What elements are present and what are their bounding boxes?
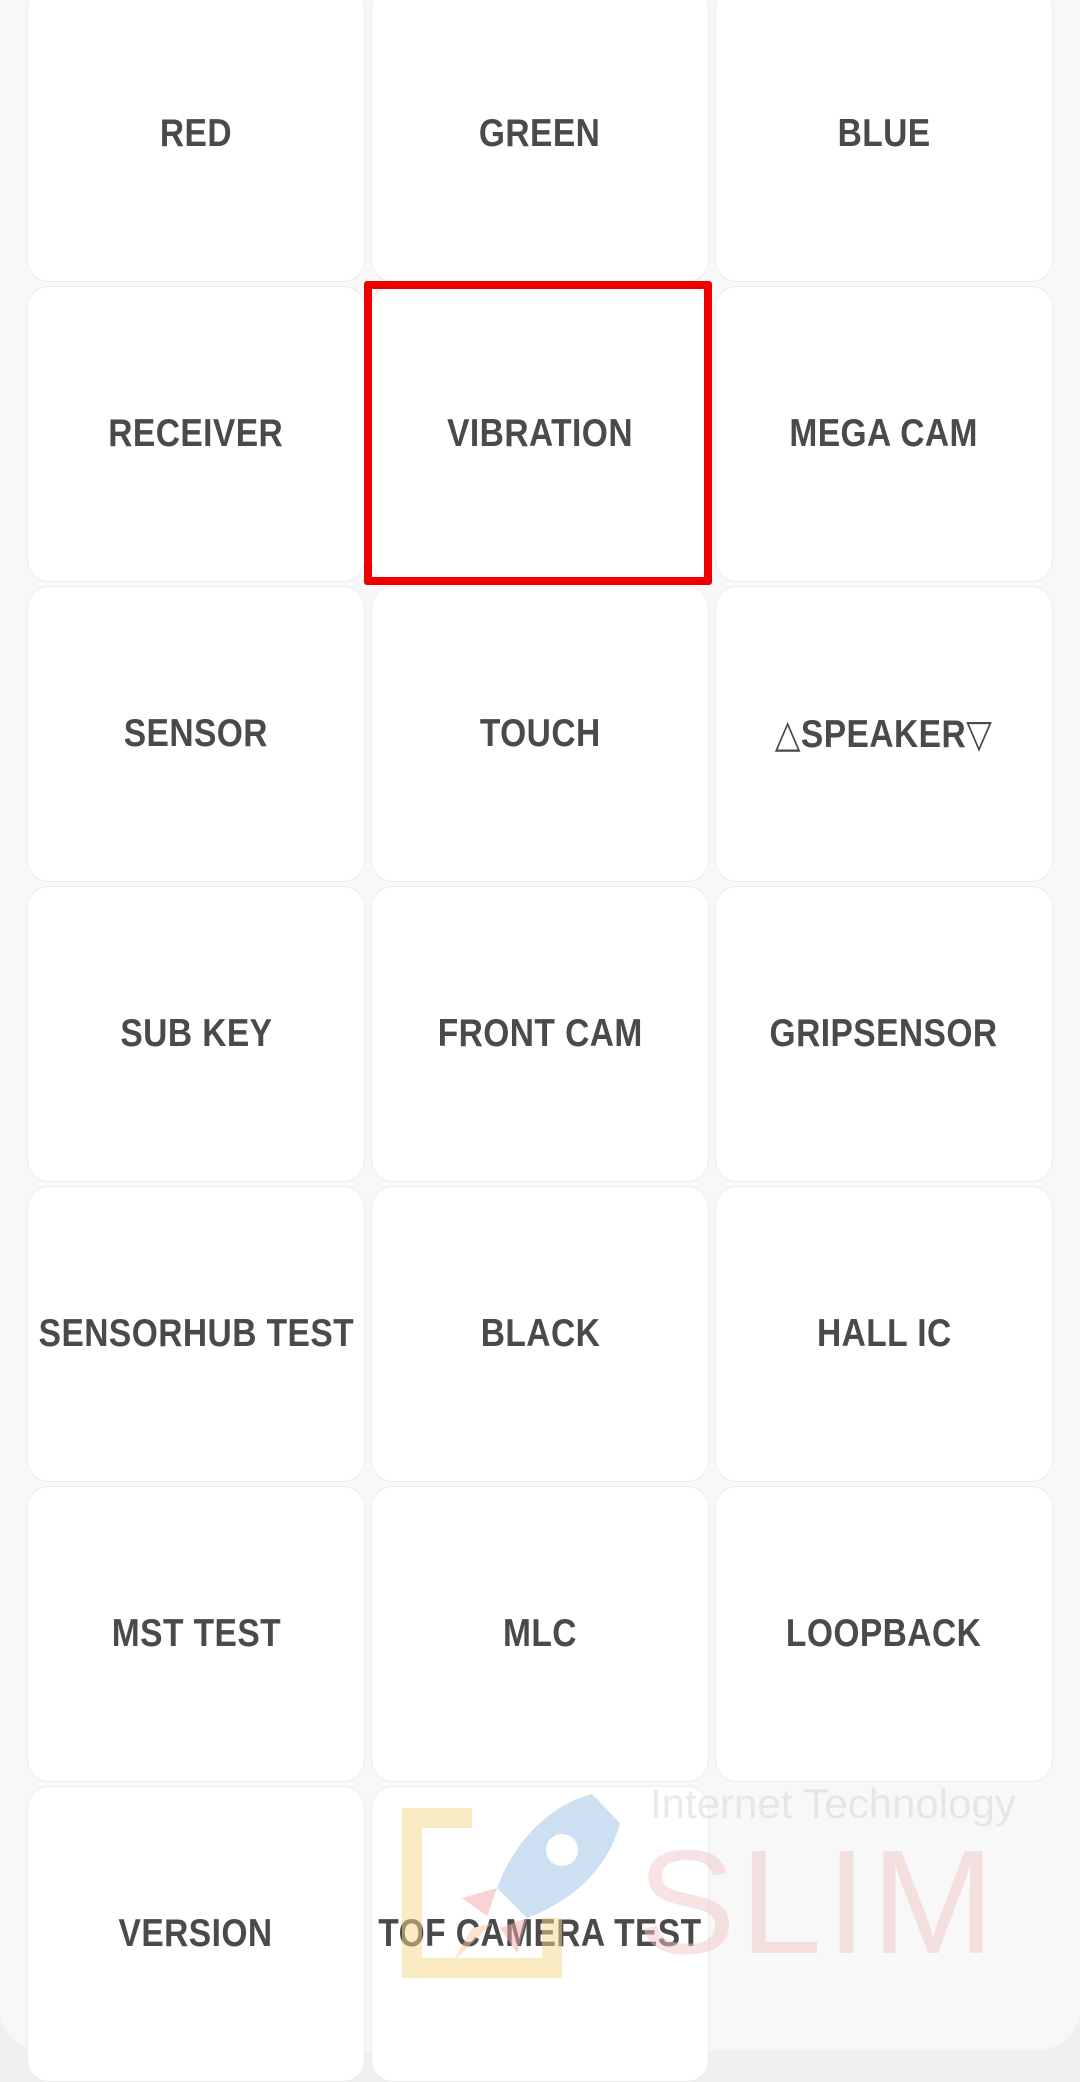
blue-test-label: BLUE [837,112,931,155]
touch-test-button[interactable]: TOUCH [371,586,709,882]
red-test-button[interactable]: RED [27,0,365,282]
mega-cam-test-button[interactable]: MEGA CAM [715,286,1053,582]
mlc-test-label: MLC [503,1612,577,1655]
gripsensor-test-label: GRIPSENSOR [770,1012,998,1055]
gripsensor-test-button[interactable]: GRIPSENSOR [715,886,1053,1182]
speaker-test-label: △SPEAKER▽ [775,712,993,756]
sensorhub-test-button[interactable]: SENSORHUB TEST [27,1186,365,1482]
touch-test-label: TOUCH [479,712,601,755]
tof-camera-test-button[interactable]: TOF CAMERA TEST [371,1786,709,2082]
mst-test-label: MST TEST [111,1612,281,1655]
sensorhub-test-label: SENSORHUB TEST [38,1312,354,1355]
mega-cam-test-label: MEGA CAM [789,412,979,455]
front-cam-test-label: FRONT CAM [437,1012,643,1055]
hall-ic-test-button[interactable]: HALL IC [715,1186,1053,1482]
mst-test-button[interactable]: MST TEST [27,1486,365,1782]
loopback-test-label: LOOPBACK [786,1612,982,1655]
sub-key-test-button[interactable]: SUB KEY [27,886,365,1182]
green-test-button[interactable]: GREEN [371,0,709,282]
black-test-button[interactable]: BLACK [371,1186,709,1482]
vibration-test-label: VIBRATION [447,412,633,455]
red-test-label: RED [159,112,233,155]
speaker-test-button[interactable]: △SPEAKER▽ [715,586,1053,882]
sensor-test-label: SENSOR [123,712,269,755]
mlc-test-button[interactable]: MLC [371,1486,709,1782]
sensor-test-button[interactable]: SENSOR [27,586,365,882]
green-test-label: GREEN [479,112,601,155]
test-menu-panel: RED GREEN BLUE RECEIVER VIBRATION MEGA CAM SEN… [0,0,1080,2082]
loopback-test-button[interactable]: LOOPBACK [715,1486,1053,1782]
receiver-test-button[interactable]: RECEIVER [27,286,365,582]
tof-camera-test-label: TOF CAMERA TEST [378,1912,702,1955]
test-menu-grid: RED GREEN BLUE RECEIVER VIBRATION MEGA CAM SEN… [27,0,1053,2082]
version-label: VERSION [119,1912,273,1955]
hall-ic-test-label: HALL IC [816,1312,952,1355]
sub-key-test-label: SUB KEY [119,1012,273,1055]
front-cam-test-button[interactable]: FRONT CAM [371,886,709,1182]
blue-test-button[interactable]: BLUE [715,0,1053,282]
receiver-test-label: RECEIVER [108,412,284,455]
vibration-test-button[interactable]: VIBRATION [364,281,712,585]
version-button[interactable]: VERSION [27,1786,365,2082]
black-test-label: BLACK [480,1312,600,1355]
